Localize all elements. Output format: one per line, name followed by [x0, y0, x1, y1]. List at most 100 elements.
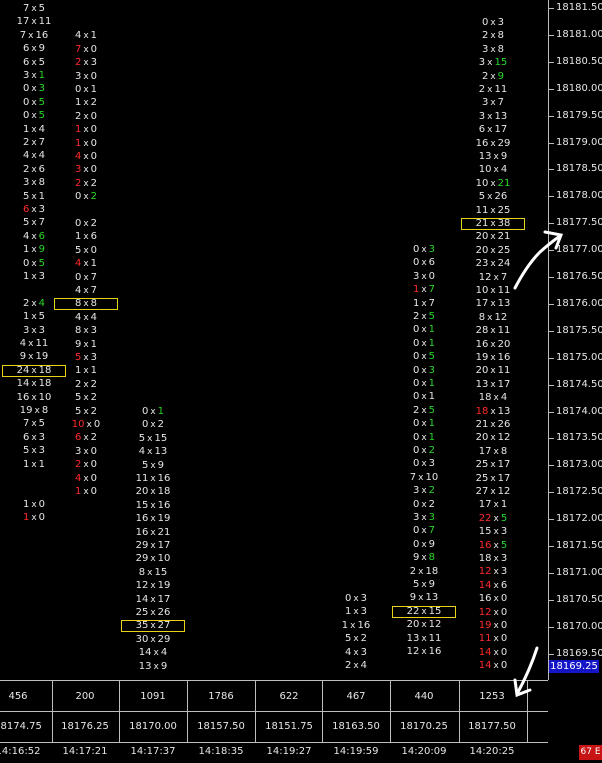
bid-volume: 1 [22, 512, 30, 524]
separator: x [353, 647, 359, 658]
bid-volume: 6 [74, 432, 82, 444]
footprint-cell: 1x3 [322, 605, 390, 619]
footprint-cell: 25 x 17 [459, 458, 527, 472]
bid-volume: 6 [22, 431, 30, 443]
footprint-cell: 21 x 26 [459, 418, 527, 432]
bid-volume: 19 [478, 620, 492, 631]
separator: x [490, 420, 496, 430]
bid-volume: 3 [478, 110, 486, 122]
bid-volume: 2 [412, 311, 420, 322]
bid-volume: 7 [409, 471, 417, 483]
price-tick [549, 653, 554, 655]
footprint-cell: 9x8 [390, 551, 458, 565]
bid-volume: 2 [74, 57, 82, 69]
ask-volume: 12 [497, 432, 511, 444]
ask-volume: 18 [38, 378, 52, 390]
ask-volume: 0 [90, 124, 98, 136]
separator: x [421, 419, 427, 430]
bid-volume: 9 [409, 592, 417, 604]
separator: x [421, 365, 427, 376]
footprint-cell: 10 x 4 [459, 163, 527, 177]
bid-volume: 8 [478, 311, 486, 323]
time-label: 14:20:25 [469, 746, 515, 757]
price-tick [549, 61, 554, 63]
bid-volume: 0 [412, 498, 420, 510]
separator: x [418, 472, 424, 483]
ask-volume: 3 [360, 646, 368, 658]
separator: x [421, 580, 427, 590]
separator: x [490, 473, 496, 484]
footprint-cell: 25 x 26 [119, 606, 187, 620]
price-label: 18180.50 [556, 55, 602, 67]
footprint-cell: 0x1 [390, 417, 458, 431]
footprint-cell: 18 x 4 [459, 391, 527, 405]
ask-volume: 17 [497, 472, 511, 484]
ask-volume: 0 [90, 459, 98, 471]
bid-volume: 4 [22, 230, 30, 242]
bid-volume: 8 [74, 325, 82, 337]
bid-volume: 4 [344, 646, 352, 658]
separator: x [490, 406, 496, 417]
separator: x [31, 392, 37, 403]
ask-volume: 24 [497, 258, 511, 270]
bid-volume: 13 [406, 632, 420, 644]
bid-volume: 2 [22, 137, 30, 148]
separator: x [418, 593, 424, 604]
price-axis[interactable]: 18181.50 18181.00 18180.50 18180.00 18179.50… [548, 0, 602, 680]
separator: x [353, 594, 359, 604]
separator: x [150, 474, 156, 484]
separator: x [490, 353, 496, 363]
footprint-cell: 1x7 [390, 283, 458, 297]
ask-volume: 3 [38, 324, 46, 336]
footprint-cell: 7x0 [52, 43, 120, 57]
bid-volume: 6 [22, 56, 30, 68]
price-tick [549, 519, 554, 521]
separator: x [31, 459, 37, 470]
footprint-cell: 2x8 [459, 29, 527, 43]
ask-volume: 1 [428, 391, 436, 403]
footprint-cell: 20 x 18 [119, 485, 187, 499]
ask-volume: 10 [425, 471, 439, 483]
separator: x [147, 433, 153, 444]
footprint-cell: 10 x 21 [459, 177, 527, 191]
separator: x [31, 71, 37, 81]
ask-volume: 13 [497, 405, 511, 417]
ask-volume: 8 [41, 405, 49, 416]
separator: x [487, 85, 493, 95]
separator: x [490, 71, 496, 82]
separator: x [487, 312, 493, 323]
bid-volume: 9 [74, 338, 82, 350]
bid-volume: 12 [478, 271, 492, 283]
footprint-cell: 20 x 12 [390, 618, 458, 632]
bid-volume: 0 [412, 378, 420, 389]
footprint-cell: 13 x 9 [119, 660, 187, 674]
bid-volume: 7 [19, 29, 27, 41]
table-divider [527, 681, 528, 743]
separator: x [421, 271, 427, 282]
bid-volume: 6 [22, 204, 30, 215]
bid-volume: 4 [74, 30, 82, 42]
footprint-cell: 8 x 15 [119, 566, 187, 580]
separator: x [421, 432, 427, 443]
bid-volume: 0 [22, 83, 30, 95]
bid-volume: 5 [74, 392, 82, 404]
separator: x [31, 138, 37, 148]
ask-volume: 3 [360, 593, 368, 604]
footprint-cell: 1 x 16 [322, 619, 390, 633]
separator: x [83, 125, 89, 136]
time-label: 14:16:52 [0, 746, 41, 757]
footprint-cell: 3x0 [52, 445, 120, 459]
separator: x [83, 487, 89, 497]
bid-volume: 4 [22, 150, 30, 162]
ask-volume: 5 [38, 56, 46, 68]
footprint-cell: 11 x 0 [459, 632, 527, 646]
ask-volume: 29 [157, 633, 171, 645]
bid-volume: 3 [481, 43, 489, 55]
footprint-chart[interactable]: 7 x 5 17 x 11 7 x 16 6 x 9 6 x 5 3 x 1 0 x 3 0 x 5 0 x 5 1 x 4 2 x 7 4 x 4 2… [0, 0, 548, 680]
bid-volume: 27 [475, 486, 489, 497]
ask-volume: 11 [428, 632, 442, 644]
ask-volume: 3 [38, 204, 46, 215]
bid-volume: 0 [412, 324, 420, 336]
footprint-cell: 16 x 29 [459, 137, 527, 151]
separator: x [493, 165, 499, 176]
